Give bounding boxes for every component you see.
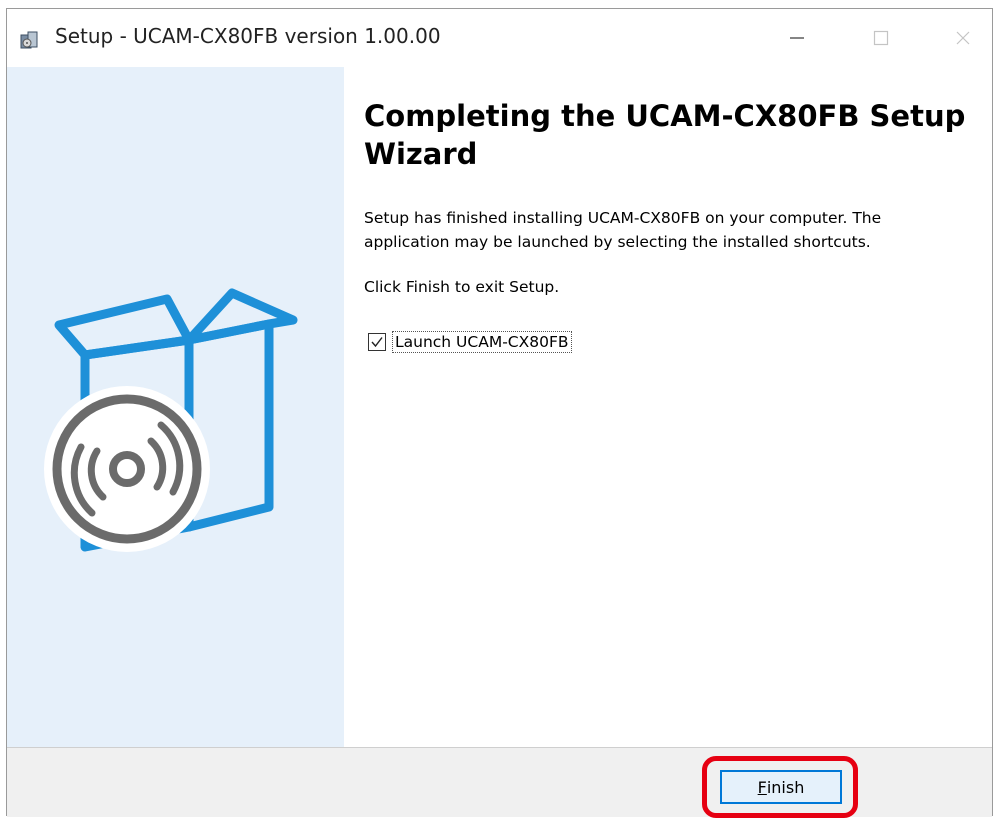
title-bar[interactable]: Setup - UCAM-CX80FB version 1.00.00 xyxy=(7,9,992,67)
launch-checkbox[interactable] xyxy=(368,333,386,351)
wizard-sidebar xyxy=(7,67,344,747)
close-button[interactable] xyxy=(939,15,987,61)
installer-icon xyxy=(19,29,41,51)
finish-button[interactable]: Finish xyxy=(720,770,842,804)
setup-window: Setup - UCAM-CX80FB version 1.00.00 Comp… xyxy=(6,8,993,818)
page-title: Completing the UCAM-CX80FB Setup Wizard xyxy=(364,99,966,171)
wizard-footer: Finish xyxy=(7,747,992,818)
minimize-button[interactable] xyxy=(773,15,821,61)
finish-label-rest: inish xyxy=(766,777,805,797)
minimize-icon xyxy=(790,37,804,39)
maximize-icon xyxy=(873,30,889,46)
close-icon xyxy=(956,31,970,45)
finish-mnemonic: F xyxy=(757,777,767,797)
window-title: Setup - UCAM-CX80FB version 1.00.00 xyxy=(55,24,441,48)
checkmark-icon xyxy=(371,337,383,348)
box-with-disc-illustration xyxy=(44,288,298,552)
wizard-content: Completing the UCAM-CX80FB Setup Wizard … xyxy=(344,67,992,747)
finish-message: Setup has finished installing UCAM-CX80F… xyxy=(364,209,882,251)
launch-checkbox-label[interactable]: Launch UCAM-CX80FB xyxy=(392,331,572,353)
maximize-button[interactable] xyxy=(857,15,905,61)
exit-instruction: Click Finish to exit Setup. xyxy=(364,278,560,296)
launch-checkbox-row[interactable]: Launch UCAM-CX80FB xyxy=(368,330,572,354)
